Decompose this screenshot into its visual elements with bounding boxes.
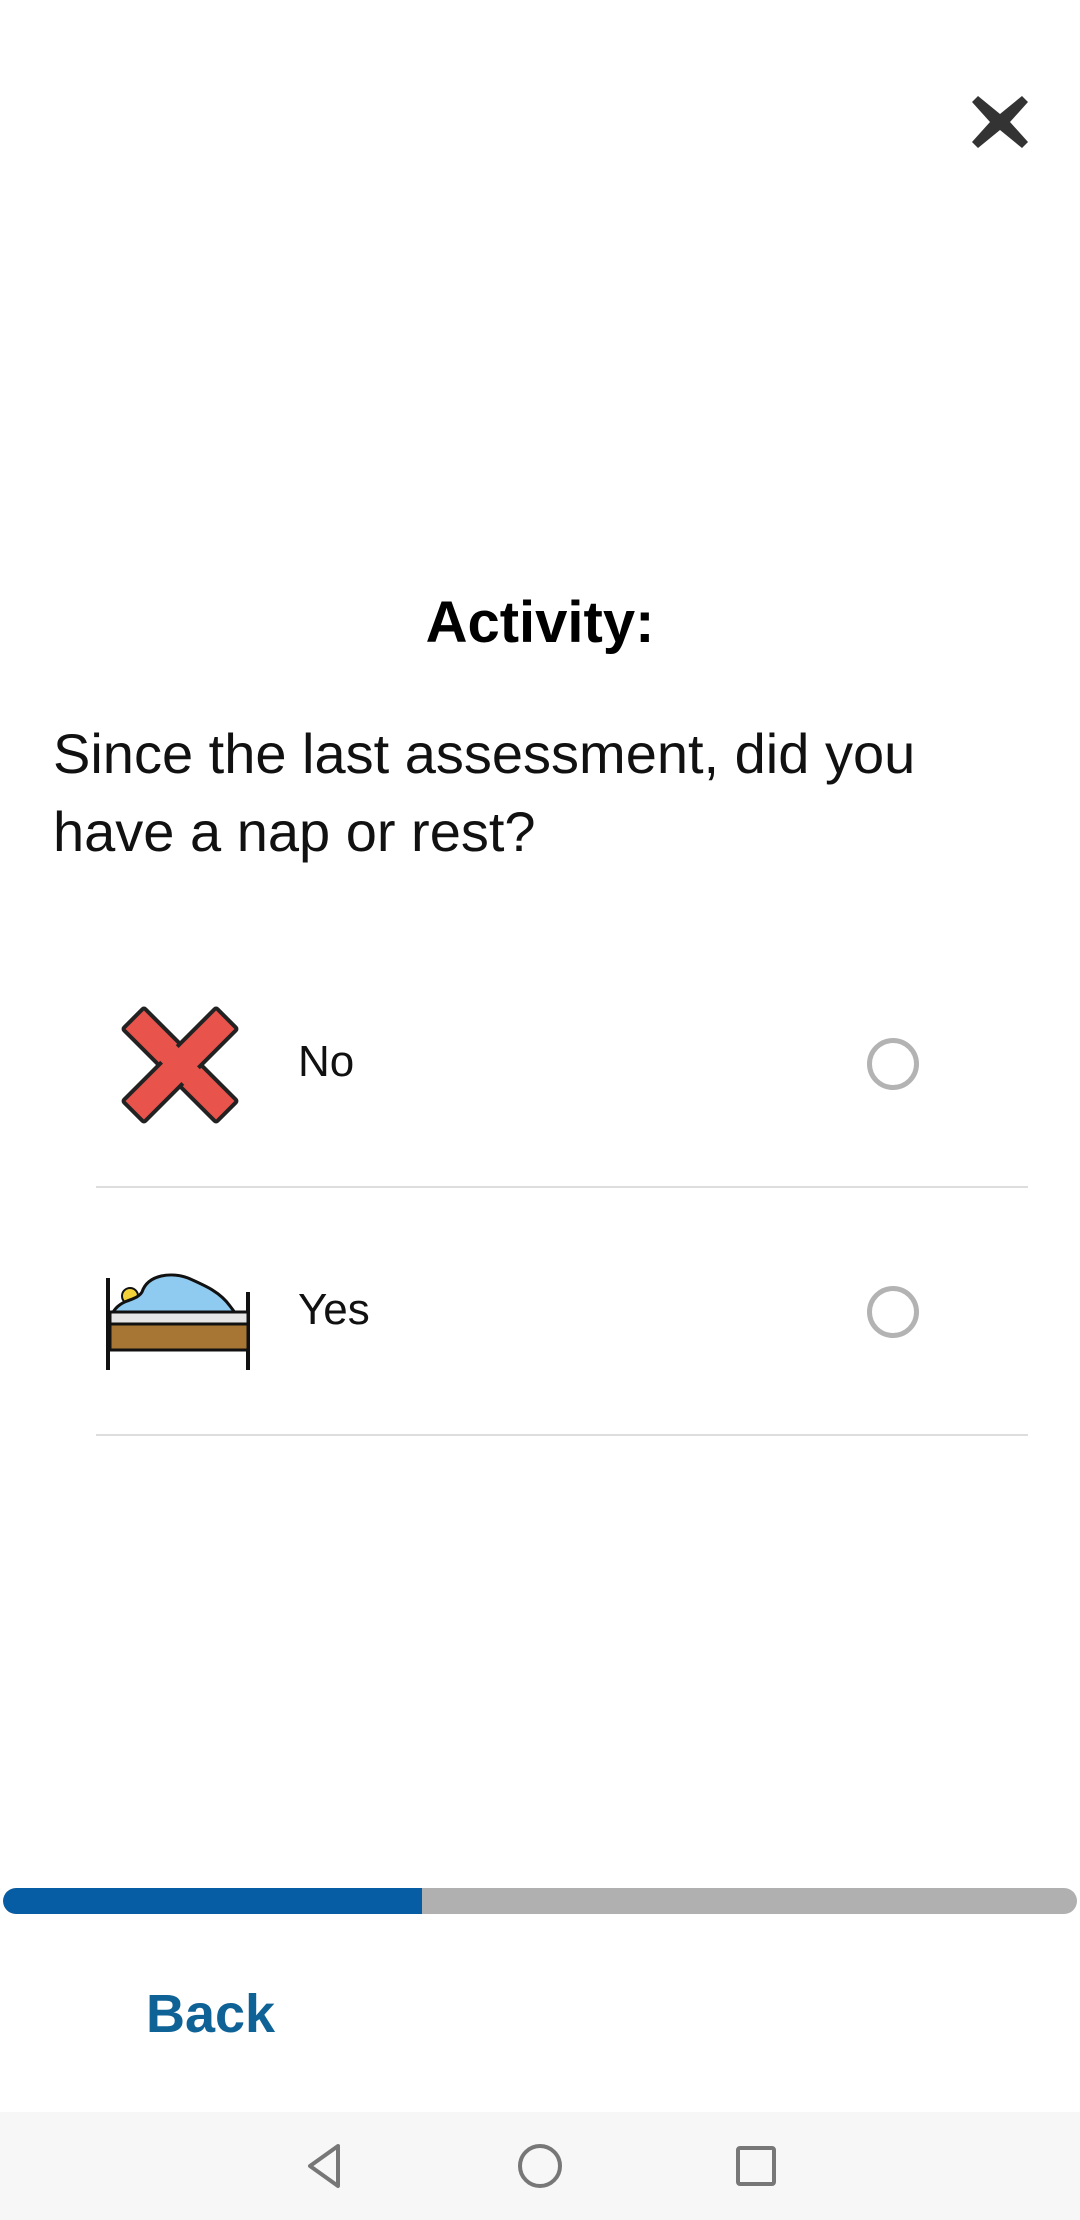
radio-yes[interactable] xyxy=(867,1286,919,1338)
nav-recents-icon[interactable] xyxy=(726,2136,786,2196)
option-label-yes: Yes xyxy=(298,1285,370,1334)
survey-screen: Activity: Since the last assessment, did… xyxy=(0,0,1080,2220)
radio-no[interactable] xyxy=(867,1038,919,1090)
progress-bar xyxy=(3,1888,1077,1914)
question-text: Since the last assessment, did you have … xyxy=(53,722,916,863)
section-title: Activity: xyxy=(425,590,655,655)
option-yes[interactable]: Yes xyxy=(96,1188,1028,1436)
nav-back-icon[interactable] xyxy=(294,2136,354,2196)
back-button[interactable]: Back xyxy=(146,1982,275,2046)
bed-icon xyxy=(106,1273,250,1370)
red-x-icon xyxy=(121,1006,239,1124)
progress-fill xyxy=(3,1888,422,1914)
option-label-no: No xyxy=(298,1037,355,1086)
close-icon[interactable] xyxy=(966,88,1034,156)
option-no[interactable]: No xyxy=(96,940,1028,1188)
system-nav-bar xyxy=(0,2112,1080,2220)
nav-home-icon[interactable] xyxy=(510,2136,570,2196)
answer-options: No Yes xyxy=(96,940,1028,1436)
